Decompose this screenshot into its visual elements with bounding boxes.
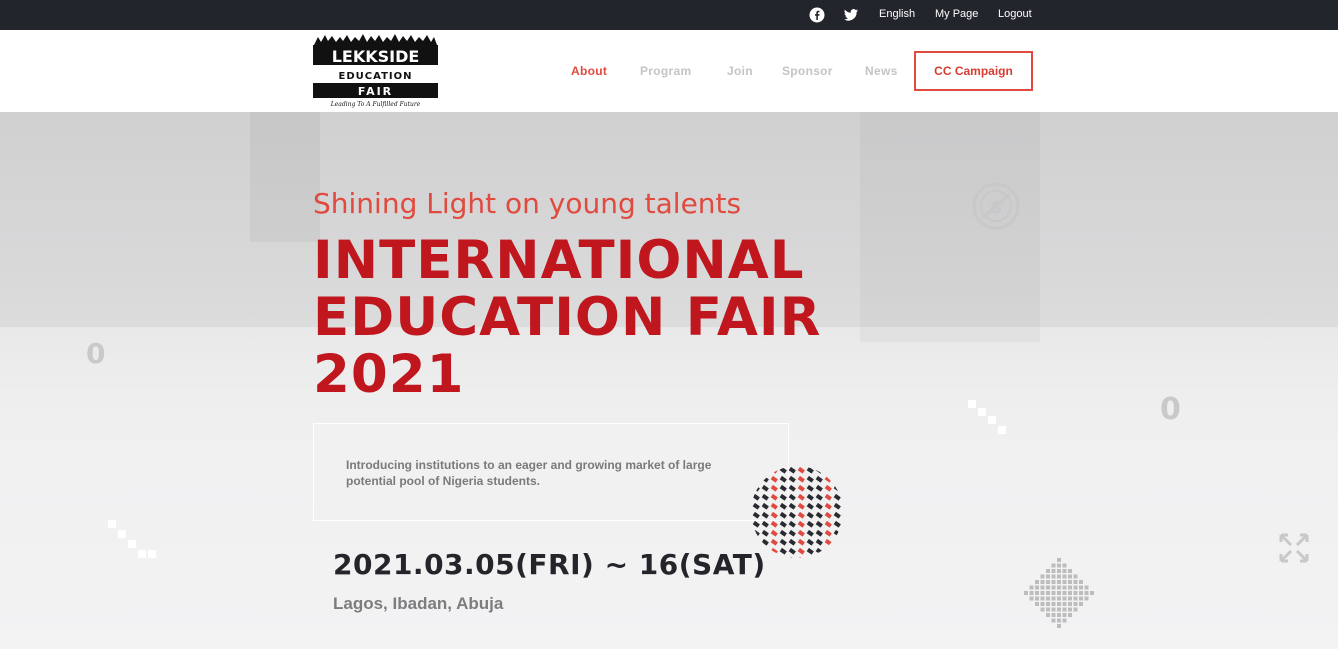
facebook-icon[interactable] — [809, 7, 825, 23]
twitter-icon[interactable] — [843, 7, 859, 23]
nav-join[interactable]: Join — [727, 64, 753, 78]
hero-description: Introducing institutions to an eager and… — [346, 458, 712, 488]
decorative-zero-icon: 0 — [86, 337, 106, 370]
top-bar: English My Page Logout — [0, 0, 1338, 30]
logout-link[interactable]: Logout — [998, 8, 1032, 20]
event-date: 2021.03.05(FRI) ~ 16(SAT) — [333, 548, 766, 581]
hero-tagline: Shining Light on young talents — [313, 187, 742, 220]
hero-title: INTERNATIONAL EDUCATION FAIR 2021 — [313, 232, 873, 403]
logo-tagline: Leading To A Fulfilled Future — [330, 101, 421, 108]
nav-about[interactable]: About — [571, 64, 607, 78]
logo-line1: LEKKSIDE — [332, 47, 420, 66]
site-logo[interactable]: LEKKSIDE EDUCATION FAIR Leading To A Ful… — [312, 33, 439, 108]
decorative-pixel-pattern — [968, 400, 1006, 434]
dollar-circle-icon: $ — [972, 182, 1020, 230]
expand-arrows-icon — [1279, 533, 1309, 563]
hero-background-shape — [250, 112, 320, 242]
nav-program[interactable]: Program — [640, 64, 691, 78]
decorative-dot-pattern — [752, 466, 843, 558]
hero-title-line2: EDUCATION FAIR — [313, 287, 822, 348]
decorative-diamond-grid — [1024, 558, 1094, 628]
decorative-pixel-pattern — [108, 520, 156, 558]
hero-title-line1: INTERNATIONAL — [313, 230, 805, 291]
logo-line3: FAIR — [358, 85, 393, 98]
site-header: LEKKSIDE EDUCATION FAIR Leading To A Ful… — [0, 30, 1338, 112]
decorative-zero-icon: 0 — [1160, 392, 1181, 427]
hero-title-line3: 2021 — [313, 344, 465, 405]
my-page-link[interactable]: My Page — [935, 8, 978, 20]
nav-news[interactable]: News — [865, 64, 898, 78]
english-link[interactable]: English — [879, 8, 915, 20]
event-cities: Lagos, Ibadan, Abuja — [333, 594, 504, 613]
nav-sponsor[interactable]: Sponsor — [782, 64, 833, 78]
logo-line2: EDUCATION — [339, 71, 413, 82]
description-card: Introducing institutions to an eager and… — [313, 423, 789, 521]
cc-campaign-button[interactable]: CC Campaign — [914, 51, 1033, 91]
